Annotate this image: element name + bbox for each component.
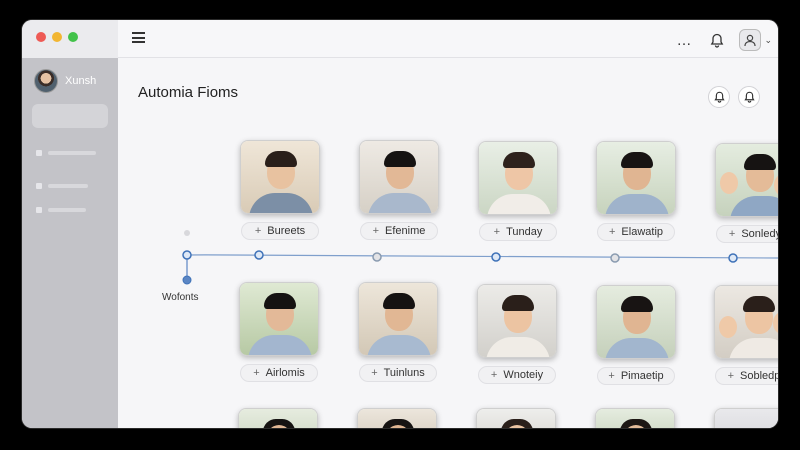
plus-icon: +	[253, 367, 260, 379]
profile-card[interactable]: + Bureets	[240, 140, 320, 240]
menu-icon[interactable]	[132, 32, 145, 43]
top-bar: … ⌄	[118, 20, 778, 58]
card-label-button[interactable]: + Efenime	[360, 222, 438, 240]
profile-photo	[596, 141, 676, 215]
profile-card[interactable]: + Pimaetip	[596, 285, 676, 385]
card-label-button[interactable]: + Wnoteiy	[478, 366, 556, 384]
profile-card[interactable]	[714, 408, 778, 428]
avatar	[34, 69, 58, 93]
sidebar: Xunsh	[22, 20, 118, 428]
card-label-button[interactable]: + Bureets	[241, 222, 319, 240]
card-label-button[interactable]: + Pimaetip	[597, 367, 675, 385]
profile-card[interactable]: + Tunday	[478, 141, 558, 241]
profile-photo	[478, 141, 558, 215]
profile-card[interactable]: + Tuinluns	[358, 282, 438, 382]
card-label-button[interactable]: + Elawatip	[597, 223, 675, 241]
plus-icon: +	[254, 225, 262, 237]
minimize-window-button[interactable]	[52, 32, 62, 42]
profile-card[interactable]	[476, 408, 556, 428]
page-title: Automia Fioms	[138, 84, 239, 101]
profile-card[interactable]: + Sonledy	[715, 143, 778, 243]
more-icon[interactable]: …	[673, 32, 695, 49]
profile-photo	[477, 284, 557, 358]
alert-bell-icon[interactable]	[738, 86, 760, 108]
profile-card[interactable]	[595, 408, 675, 428]
profile-card[interactable]: + Wnoteiy	[477, 284, 557, 384]
chevron-down-icon: ⌄	[764, 34, 772, 45]
sidebar-item-label	[48, 184, 88, 188]
close-window-button[interactable]	[36, 32, 46, 42]
profile-photo	[358, 282, 438, 356]
profile-photo	[596, 285, 676, 359]
profile-photo	[238, 408, 318, 428]
sidebar-item[interactable]	[36, 183, 88, 189]
profile-card[interactable]	[357, 408, 437, 428]
profile-card[interactable]: + Efenime	[359, 140, 439, 240]
user-menu-button[interactable]: ⌄	[739, 29, 772, 51]
plus-icon: +	[371, 367, 378, 379]
profile-photo	[357, 408, 437, 428]
notification-bell-icon[interactable]	[708, 86, 730, 108]
profile-photo	[595, 408, 675, 428]
timeline-line	[186, 254, 778, 259]
plus-icon: +	[372, 225, 380, 237]
sidebar-item-label	[48, 208, 86, 212]
bell-icon[interactable]	[705, 28, 729, 52]
card-label-button[interactable]: + Sobledp	[715, 367, 778, 385]
main-content: Automia Fioms Wofonts + Bureets + Efenim…	[118, 58, 778, 428]
profile-photo	[715, 143, 778, 217]
profile-photo	[240, 140, 320, 214]
profile-card[interactable]: + Sobledp	[714, 285, 778, 385]
top-actions: … ⌄	[673, 28, 772, 52]
timeline-node	[610, 253, 620, 263]
profile-photo	[239, 282, 319, 356]
card-label-button[interactable]: + Airlomis	[240, 364, 318, 382]
profile-photo	[714, 285, 778, 359]
sidebar-item-label	[48, 151, 96, 155]
timeline-node	[372, 252, 382, 262]
user-icon	[739, 29, 762, 51]
sidebar-selected-item[interactable]	[32, 104, 108, 128]
plus-icon: +	[490, 369, 498, 381]
profile-name: Xunsh	[65, 75, 97, 87]
sidebar-titlebar	[22, 20, 118, 58]
profile-photo	[359, 140, 439, 214]
profile-photo	[476, 408, 556, 428]
sidebar-item[interactable]	[36, 207, 86, 213]
timeline-node	[254, 250, 264, 260]
app-window: Xunsh … ⌄ Automia Fioms Wofonts + Bureet…	[22, 20, 778, 428]
profile-photo	[714, 408, 778, 428]
sidebar-item-icon	[36, 207, 42, 213]
sidebar-item-icon	[36, 183, 42, 189]
timeline	[182, 230, 778, 285]
timeline-label: Wofonts	[162, 292, 199, 303]
plus-icon: +	[493, 226, 501, 238]
zoom-window-button[interactable]	[68, 32, 78, 42]
plus-icon: +	[608, 370, 615, 382]
card-label-button[interactable]: + Sonledy	[716, 225, 778, 243]
header-actions	[708, 86, 760, 108]
sidebar-item[interactable]	[36, 150, 96, 156]
profile-card[interactable]: + Airlomis	[239, 282, 319, 382]
timeline-node	[182, 250, 192, 260]
profile-card[interactable]	[238, 408, 318, 428]
card-label-button[interactable]: + Tuinluns	[359, 364, 437, 382]
timeline-node	[491, 252, 501, 262]
sidebar-profile[interactable]: Xunsh	[34, 69, 96, 93]
sidebar-item-icon	[36, 150, 42, 156]
timeline-start-dot	[184, 230, 190, 236]
timeline-node	[728, 253, 738, 263]
plus-icon: +	[727, 370, 735, 382]
plus-icon: +	[728, 228, 736, 240]
plus-icon: +	[608, 226, 616, 238]
profile-card[interactable]: + Elawatip	[596, 141, 676, 241]
timeline-node	[182, 275, 192, 285]
card-label-button[interactable]: + Tunday	[479, 223, 557, 241]
